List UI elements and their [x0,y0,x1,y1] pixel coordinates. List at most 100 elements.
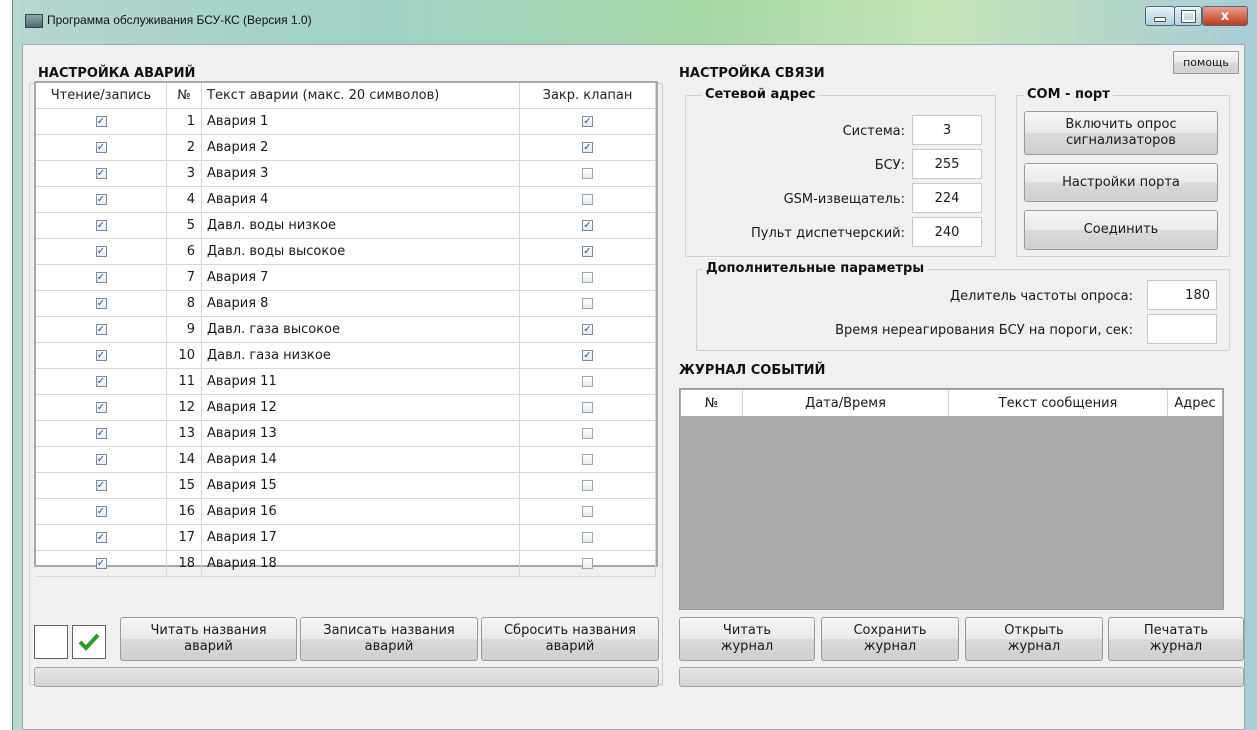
read-write-checkbox[interactable]: ✓ [95,506,107,517]
read-write-checkbox[interactable]: ✓ [95,428,107,439]
help-button[interactable]: помощь [1173,51,1239,74]
alarm-text-cell[interactable]: Авария 7 [202,265,520,291]
connect-button[interactable]: Соединить [1024,210,1218,250]
close-valve-checkbox[interactable] [582,402,593,413]
read-write-checkbox[interactable]: ✓ [95,168,107,179]
table-row[interactable]: ✓ 12 Авария 12 [36,395,656,421]
table-row[interactable]: ✓ 13 Авария 13 [36,421,656,447]
bsu-address-input[interactable]: 255 [912,149,982,179]
bsu-threshold-delay-input[interactable] [1147,314,1217,344]
table-row[interactable]: ✓ 18 Авария 18 [36,551,656,577]
close-valve-checkbox[interactable] [582,558,593,569]
alarm-text-cell[interactable]: Авария 17 [202,525,520,551]
alarm-text-cell[interactable]: Авария 11 [202,369,520,395]
read-write-checkbox[interactable]: ✓ [95,532,107,543]
table-row[interactable]: ✓ 3 Авария 3 [36,161,656,187]
alarm-text-cell[interactable]: Давл. газа низкое [202,343,520,369]
read-write-checkbox[interactable]: ✓ [95,324,107,335]
close-valve-checkbox[interactable]: ✓ [582,142,593,153]
alarm-text-cell[interactable]: Давл. воды высокое [202,239,520,265]
alarm-text-cell[interactable]: Авария 1 [202,109,520,135]
alarm-text-cell[interactable]: Авария 4 [202,187,520,213]
close-valve-checkbox[interactable]: ✓ [582,246,593,257]
table-row[interactable]: ✓ 10 Давл. газа низкое ✓ [36,343,656,369]
table-row[interactable]: ✓ 14 Авария 14 [36,447,656,473]
select-none-checkbox[interactable] [34,625,68,659]
read-write-checkbox[interactable]: ✓ [95,116,107,127]
read-write-checkbox[interactable]: ✓ [95,350,107,361]
close-valve-checkbox[interactable]: ✓ [582,324,593,335]
read-write-checkbox[interactable]: ✓ [95,246,107,257]
read-write-checkbox[interactable]: ✓ [95,558,107,569]
close-button[interactable]: x [1202,6,1248,26]
open-journal-button[interactable]: Открыть журнал [965,617,1103,661]
table-row[interactable]: ✓ 4 Авария 4 [36,187,656,213]
close-valve-checkbox[interactable] [582,506,593,517]
col-header-alarm-text[interactable]: Текст аварии (макс. 20 символов) [202,83,520,109]
read-alarm-names-button[interactable]: Читать названия аварий [120,617,297,661]
table-row[interactable]: ✓ 5 Давл. воды низкое ✓ [36,213,656,239]
close-valve-checkbox[interactable] [582,168,593,179]
table-row[interactable]: ✓ 16 Авария 16 [36,499,656,525]
table-row[interactable]: ✓ 6 Давл. воды высокое ✓ [36,239,656,265]
read-write-checkbox[interactable]: ✓ [95,454,107,465]
close-valve-checkbox[interactable] [582,272,593,283]
alarm-text-cell[interactable]: Авария 14 [202,447,520,473]
poll-divider-input[interactable]: 180 [1147,280,1217,310]
table-row[interactable]: ✓ 8 Авария 8 [36,291,656,317]
alarm-text-cell[interactable]: Авария 15 [202,473,520,499]
journal-col-datetime[interactable]: Дата/Время [743,390,949,416]
alarm-text-cell[interactable]: Авария 13 [202,421,520,447]
journal-table[interactable]: № Дата/Время Текст сообщения Адрес [679,388,1224,610]
col-header-close-valve[interactable]: Закр. клапан [520,83,656,109]
close-valve-checkbox[interactable] [582,480,593,491]
close-valve-checkbox[interactable]: ✓ [582,116,593,127]
close-valve-checkbox[interactable]: ✓ [582,350,593,361]
dispatcher-address-input[interactable]: 240 [912,217,982,247]
journal-col-number[interactable]: № [681,390,743,416]
col-header-number[interactable]: № [167,83,202,109]
enable-polling-button[interactable]: Включить опрос сигнализаторов [1024,111,1218,155]
maximize-button[interactable] [1174,6,1202,26]
read-write-checkbox[interactable]: ✓ [95,220,107,231]
title-bar[interactable]: Программа обслуживания БСУ-КС (Версия 1.… [13,0,1257,44]
close-valve-checkbox[interactable] [582,428,593,439]
table-row[interactable]: ✓ 17 Авария 17 [36,525,656,551]
alarm-text-cell[interactable]: Авария 16 [202,499,520,525]
close-valve-checkbox[interactable] [582,376,593,387]
print-journal-button[interactable]: Печатать журнал [1108,617,1244,661]
read-journal-button[interactable]: Читать журнал [679,617,815,661]
table-row[interactable]: ✓ 2 Авария 2 ✓ [36,135,656,161]
read-write-checkbox[interactable]: ✓ [95,480,107,491]
close-valve-checkbox[interactable] [582,194,593,205]
alarm-text-cell[interactable]: Давл. газа высокое [202,317,520,343]
reset-alarm-names-button[interactable]: Сбросить названия аварий [481,617,659,661]
minimize-button[interactable] [1145,6,1175,26]
alarm-text-cell[interactable]: Авария 8 [202,291,520,317]
close-valve-checkbox[interactable] [582,298,593,309]
alarm-text-cell[interactable]: Авария 18 [202,551,520,577]
table-row[interactable]: ✓ 1 Авария 1 ✓ [36,109,656,135]
table-row[interactable]: ✓ 15 Авария 15 [36,473,656,499]
close-valve-checkbox[interactable]: ✓ [582,220,593,231]
read-write-checkbox[interactable]: ✓ [95,402,107,413]
table-row[interactable]: ✓ 7 Авария 7 [36,265,656,291]
read-write-checkbox[interactable]: ✓ [95,272,107,283]
read-write-checkbox[interactable]: ✓ [95,142,107,153]
write-alarm-names-button[interactable]: Записать названия аварий [300,617,478,661]
save-journal-button[interactable]: Сохранить журнал [821,617,959,661]
alarm-text-cell[interactable]: Авария 3 [202,161,520,187]
journal-col-address[interactable]: Адрес [1168,390,1222,416]
journal-col-message[interactable]: Текст сообщения [949,390,1168,416]
read-write-checkbox[interactable]: ✓ [95,298,107,309]
read-write-checkbox[interactable]: ✓ [95,376,107,387]
alarm-text-cell[interactable]: Авария 12 [202,395,520,421]
read-write-checkbox[interactable]: ✓ [95,194,107,205]
alarm-text-cell[interactable]: Авария 2 [202,135,520,161]
port-settings-button[interactable]: Настройки порта [1024,163,1218,202]
close-valve-checkbox[interactable] [582,454,593,465]
gsm-address-input[interactable]: 224 [912,183,982,213]
select-all-checkbox[interactable] [72,625,106,659]
close-valve-checkbox[interactable] [582,532,593,543]
table-row[interactable]: ✓ 11 Авария 11 [36,369,656,395]
